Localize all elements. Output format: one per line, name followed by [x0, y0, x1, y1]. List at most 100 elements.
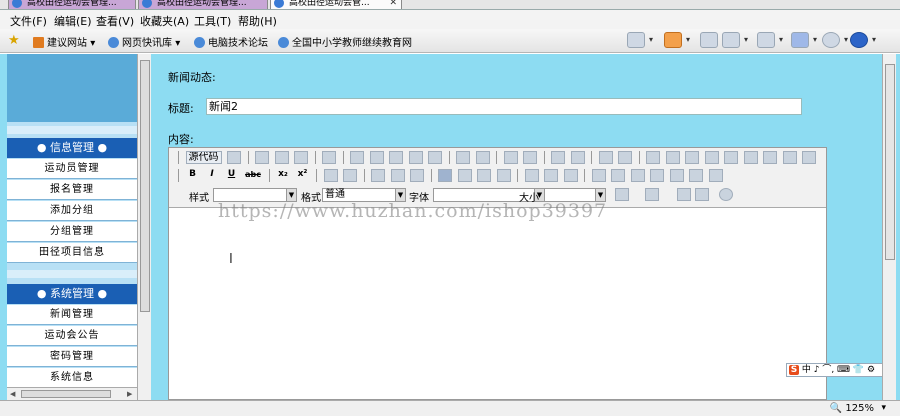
blockquote-icon[interactable]: [410, 169, 424, 182]
maximize-icon[interactable]: [677, 188, 691, 201]
new-page-icon[interactable]: [274, 151, 289, 164]
title-input[interactable]: 新闻2: [206, 98, 802, 115]
zoom-level[interactable]: 🔍 125%: [830, 403, 874, 414]
menu-edit[interactable]: 编辑(E): [54, 13, 92, 29]
select-all-icon[interactable]: [598, 151, 613, 164]
sidebar-item-announcements[interactable]: 运动会公告: [7, 326, 137, 346]
templates-icon[interactable]: [322, 151, 336, 164]
print-preview-icon[interactable]: [294, 151, 308, 164]
sidebar-item-add-group[interactable]: 添加分组: [7, 201, 137, 221]
flash-icon[interactable]: [611, 169, 625, 182]
align-center-icon[interactable]: [457, 169, 472, 182]
menu-favorites[interactable]: 收藏夹(A): [140, 13, 189, 29]
sidebar-item-registration[interactable]: 报名管理: [7, 180, 137, 200]
source-button[interactable]: 源代码: [185, 151, 222, 164]
anchor-icon[interactable]: [563, 169, 578, 182]
superscript-button[interactable]: x²: [296, 169, 310, 182]
save-icon[interactable]: [255, 151, 269, 164]
fav-web-slices[interactable]: 网页快讯库 ▾: [108, 34, 180, 49]
mail-icon[interactable]: [700, 32, 718, 48]
page-icon[interactable]: [757, 32, 775, 48]
scrollbar-thumb[interactable]: [21, 390, 111, 398]
browser-tab-active[interactable]: 高校田径运动会管... ✕: [270, 0, 402, 9]
outdent-icon[interactable]: [371, 169, 385, 182]
about-icon[interactable]: [719, 188, 733, 201]
bg-color-icon[interactable]: [645, 188, 659, 201]
page-break-icon[interactable]: [708, 169, 723, 182]
checkbox-icon[interactable]: [665, 151, 680, 164]
main-vertical-scrollbar[interactable]: [882, 54, 896, 400]
caret-icon[interactable]: ▾: [779, 35, 783, 44]
help-icon[interactable]: [850, 32, 868, 48]
image-button-icon[interactable]: [782, 151, 797, 164]
align-right-icon[interactable]: [477, 169, 491, 182]
paste-word-icon[interactable]: [428, 151, 442, 164]
section-info-management[interactable]: ● 信息管理 ●: [7, 138, 137, 158]
ime-toolbar[interactable]: S 中 ♪ ⌒, ⌨ 👕 ⚙: [786, 363, 892, 377]
align-left-icon[interactable]: [438, 169, 452, 182]
scroll-right-icon[interactable]: ▶: [127, 390, 132, 398]
caret-icon[interactable]: ▾: [686, 35, 690, 44]
fav-suggested-sites[interactable]: 建议网站 ▾: [33, 34, 95, 49]
fav-teacher-edu[interactable]: 全国中小学教师继续教育网: [278, 34, 412, 49]
button-field-icon[interactable]: [763, 151, 777, 164]
strikethrough-button[interactable]: abc: [244, 169, 262, 182]
smiley-icon[interactable]: [669, 169, 684, 182]
preview-icon[interactable]: [227, 151, 241, 164]
sidebar-item-athletes[interactable]: 运动员管理: [7, 159, 137, 179]
paste-icon[interactable]: [389, 151, 403, 164]
sidebar-item-group-management[interactable]: 分组管理: [7, 222, 137, 242]
form-icon[interactable]: [646, 151, 660, 164]
fav-pc-forum[interactable]: 电脑技术论坛: [194, 34, 268, 49]
gear-icon[interactable]: [822, 32, 840, 48]
indent-icon[interactable]: [390, 169, 405, 182]
find-icon[interactable]: [551, 151, 565, 164]
scrollbar-thumb[interactable]: [140, 60, 150, 312]
menu-tools[interactable]: 工具(T): [194, 13, 231, 29]
underline-button[interactable]: U: [225, 169, 239, 182]
undo-icon[interactable]: [503, 151, 518, 164]
scroll-left-icon[interactable]: ◀: [10, 390, 15, 398]
special-char-icon[interactable]: [689, 169, 703, 182]
text-color-icon[interactable]: [615, 188, 629, 201]
caret-icon[interactable]: ▾: [649, 35, 653, 44]
sidebar-item-password[interactable]: 密码管理: [7, 347, 137, 367]
table-icon[interactable]: [630, 169, 645, 182]
caret-icon[interactable]: ▾: [813, 35, 817, 44]
italic-button[interactable]: I: [205, 169, 219, 182]
print-icon[interactable]: [722, 32, 740, 48]
image-icon[interactable]: [591, 169, 606, 182]
sidebar-item-track-events[interactable]: 田径项目信息: [7, 243, 137, 263]
rss-feed-icon[interactable]: [664, 32, 682, 48]
show-blocks-icon[interactable]: [695, 188, 709, 201]
browser-tab[interactable]: 高校田径运动会管理...: [138, 0, 268, 9]
sidebar-horizontal-scrollbar[interactable]: ◀ ▶: [7, 387, 137, 400]
link-icon[interactable]: [524, 169, 539, 182]
copy-icon[interactable]: [369, 151, 384, 164]
close-tab-icon[interactable]: ✕: [389, 0, 397, 8]
home-icon[interactable]: [627, 32, 645, 48]
section-system-management[interactable]: ● 系统管理 ●: [7, 284, 137, 304]
paste-text-icon[interactable]: [408, 151, 423, 164]
menu-file[interactable]: 文件(F): [10, 13, 47, 29]
numbered-list-icon[interactable]: [323, 169, 338, 182]
safety-icon[interactable]: [791, 32, 809, 48]
favorites-star-icon[interactable]: ★: [8, 33, 20, 48]
bulleted-list-icon[interactable]: [343, 169, 357, 182]
textfield-icon[interactable]: [704, 151, 719, 164]
textarea-icon[interactable]: [724, 151, 738, 164]
sidebar-item-system-info[interactable]: 系统信息: [7, 368, 137, 388]
unlink-icon[interactable]: [544, 169, 558, 182]
select-field-icon[interactable]: [743, 151, 758, 164]
menu-help[interactable]: 帮助(H): [238, 13, 277, 29]
browser-tab[interactable]: 高校田径运动会管理...: [8, 0, 136, 9]
caret-icon[interactable]: ▾: [844, 35, 848, 44]
caret-icon[interactable]: ▾: [744, 35, 748, 44]
scrollbar-thumb[interactable]: [885, 64, 895, 260]
remove-format-icon[interactable]: [618, 151, 632, 164]
menu-view[interactable]: 查看(V): [96, 13, 134, 29]
subscript-button[interactable]: x₂: [276, 169, 290, 182]
cut-icon[interactable]: [350, 151, 364, 164]
spellcheck-icon[interactable]: [475, 151, 490, 164]
print-icon[interactable]: [456, 151, 470, 164]
